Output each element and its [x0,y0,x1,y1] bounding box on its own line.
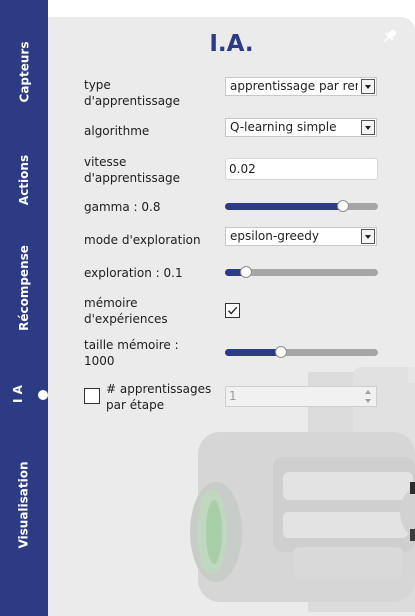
pin-icon[interactable] [381,27,399,45]
learnings-per-step-spinbox[interactable]: 1 [225,386,377,407]
exploration-mode-select[interactable]: epsilon-greedy [225,227,377,246]
exploration-label: exploration : 0.1 [84,266,183,280]
gamma-label: gamma : 0.8 [84,200,161,214]
slider-fill [225,349,281,356]
tab-capteurs[interactable]: Capteurs [0,30,48,114]
slider-thumb[interactable] [239,266,252,278]
check-icon [228,306,238,315]
memory-size-slider[interactable] [225,345,378,359]
learning-type-value: apprentissage par renforcement [230,79,358,93]
memory-size-label: taille mémoire : 1000 [84,338,179,368]
algorithm-value: Q-learning simple [230,120,337,134]
tab-visualisation[interactable]: Visualisation [0,450,48,560]
learning-type-label: type d'apprentissage [84,78,181,108]
sidebar: Capteurs Actions Récompense I A Visualis… [0,0,48,616]
exploration-mode-value: epsilon-greedy [230,229,319,243]
learning-rate-label: vitesse d'apprentissage [84,155,181,185]
chevron-down-icon [361,120,375,135]
tab-visualisation-label: Visualisation [17,461,32,549]
gamma-slider[interactable] [225,199,378,213]
exploration-mode-label: mode d'exploration [84,233,201,247]
learnings-per-step-label: # apprentissages par étape [106,382,212,412]
chevron-down-icon [361,229,375,244]
spin-down-icon[interactable] [363,397,374,405]
tab-ia-label: I A [11,385,25,403]
active-tab-dot [38,390,48,400]
learnings-per-step-checkbox[interactable] [84,388,100,404]
tab-actions-label: Actions [17,154,31,206]
tab-actions[interactable]: Actions [0,138,48,222]
chevron-down-icon [361,79,375,94]
ia-settings-panel: I.A. type d'apprentissage apprentissage … [48,17,415,616]
algorithm-select[interactable]: Q-learning simple [225,118,377,137]
tab-recompense-label: Récompense [17,245,32,331]
learning-type-select[interactable]: apprentissage par renforcement [225,77,377,96]
tab-capteurs-label: Capteurs [17,41,32,103]
algorithm-label: algorithme [84,124,150,138]
experience-memory-label: mémoire d'expériences [84,296,168,326]
slider-fill [225,203,344,210]
slider-thumb[interactable] [337,200,350,212]
learning-rate-input[interactable]: 0.02 [225,158,378,180]
experience-memory-checkbox[interactable] [225,303,240,318]
slider-thumb[interactable] [274,346,287,358]
exploration-slider[interactable] [225,265,378,279]
panel-title: I.A. [209,31,254,57]
tab-recompense[interactable]: Récompense [0,242,48,334]
learnings-per-step-value: 1 [229,389,237,403]
spin-up-icon[interactable] [363,388,374,396]
tab-ia[interactable]: I A [0,372,36,416]
